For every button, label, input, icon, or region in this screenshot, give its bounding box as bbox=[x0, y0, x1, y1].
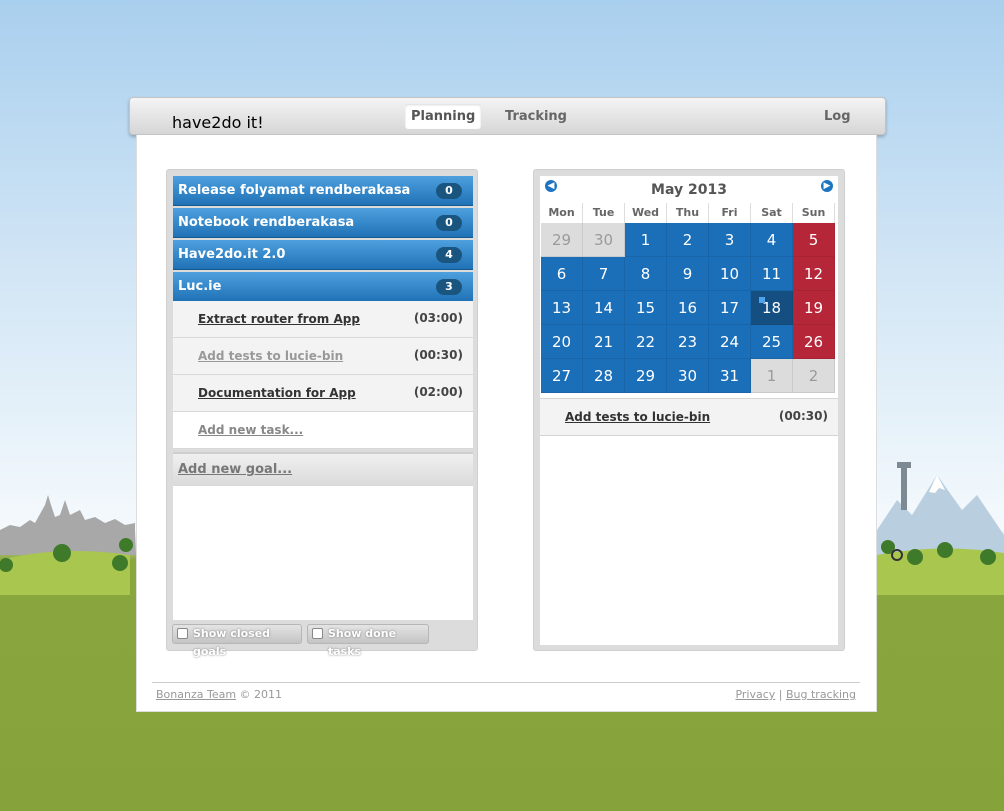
calendar-day[interactable]: 28 bbox=[583, 359, 625, 393]
calendar-day[interactable]: 1 bbox=[625, 223, 667, 257]
calendar-day-other-month[interactable]: 29 bbox=[541, 223, 583, 257]
calendar-day[interactable]: 15 bbox=[625, 291, 667, 325]
checkbox-icon[interactable] bbox=[312, 628, 323, 639]
goal-task-count-badge: 0 bbox=[436, 215, 462, 231]
calendar-day[interactable]: 29 bbox=[625, 359, 667, 393]
task-duration: (02:00) bbox=[413, 385, 463, 399]
add-new-goal-link[interactable]: Add new goal... bbox=[173, 452, 473, 486]
calendar-day[interactable]: 4 bbox=[751, 223, 793, 257]
task-row: Add tests to lucie-bin (00:30) bbox=[173, 338, 473, 375]
task-duration: (00:30) bbox=[413, 348, 463, 362]
calendar-day[interactable]: 21 bbox=[583, 325, 625, 359]
weekday-label: Thu bbox=[667, 203, 709, 223]
calendar-day[interactable]: 25 bbox=[751, 325, 793, 359]
show-closed-goals-toggle[interactable]: Show closed goals bbox=[172, 624, 302, 658]
next-month-icon[interactable]: ▶ bbox=[821, 180, 833, 192]
goals-empty-area bbox=[173, 486, 473, 620]
weekday-label: Sun bbox=[793, 203, 835, 223]
calendar-task-duration: (00:30) bbox=[778, 409, 828, 423]
weekday-label: Fri bbox=[709, 203, 751, 223]
task-link[interactable]: Extract router from App bbox=[198, 312, 360, 326]
tab-planning[interactable]: Planning bbox=[405, 104, 482, 129]
logout-link[interactable]: Log out bbox=[818, 104, 885, 149]
calendar-day[interactable]: 16 bbox=[667, 291, 709, 325]
goal-task-count-badge: 3 bbox=[436, 279, 462, 295]
task-link[interactable]: Documentation for App bbox=[198, 386, 356, 400]
weekday-header: Mon Tue Wed Thu Fri Sat Sun bbox=[541, 203, 837, 223]
footer-divider bbox=[152, 682, 860, 683]
privacy-link[interactable]: Privacy bbox=[735, 688, 775, 701]
show-done-tasks-toggle[interactable]: Show done tasks bbox=[307, 624, 429, 658]
calendar-task-link[interactable]: Add tests to lucie-bin bbox=[565, 410, 710, 424]
calendar-day[interactable]: 27 bbox=[541, 359, 583, 393]
calendar-day[interactable]: 3 bbox=[709, 223, 751, 257]
task-link-done[interactable]: Add tests to lucie-bin bbox=[198, 349, 343, 363]
calendar-day-grid: 29 30 1 2 3 4 5 6 7 8 9 10 11 12 13 14 15 16 17 18 19 20 21 22 2… bbox=[541, 223, 837, 393]
task-list: Extract router from App (03:00) Add test… bbox=[173, 301, 473, 449]
logo-text-two: 2 bbox=[211, 113, 222, 132]
goal-item[interactable]: Notebook rendberakasa 0 bbox=[173, 208, 473, 238]
calendar-panel: ◀ May 2013 ▶ Mon Tue Wed Thu Fri Sat Sun 29 30 1… bbox=[533, 169, 845, 651]
goals-panel: Release folyamat rendberakasa 0 Notebook… bbox=[166, 169, 478, 658]
calendar-day[interactable]: 20 bbox=[541, 325, 583, 359]
weekday-label: Sat bbox=[751, 203, 793, 223]
calendar-day[interactable]: 9 bbox=[667, 257, 709, 291]
calendar-day[interactable]: 10 bbox=[709, 257, 751, 291]
logo-text-have: have bbox=[172, 113, 212, 132]
calendar-day[interactable]: 31 bbox=[709, 359, 751, 393]
goal-task-count-badge: 0 bbox=[436, 183, 462, 199]
add-task-row: Add new task... bbox=[173, 412, 473, 449]
weekday-label: Wed bbox=[625, 203, 667, 223]
goal-label: Luc.ie bbox=[178, 279, 222, 294]
footer-links: Privacy | Bug tracking bbox=[735, 688, 856, 701]
calendar-day[interactable]: 23 bbox=[667, 325, 709, 359]
calendar-month-title: May 2013 bbox=[651, 182, 727, 198]
calendar-day[interactable]: 11 bbox=[751, 257, 793, 291]
goal-label: Have2do.it 2.0 bbox=[178, 247, 286, 262]
app-logo[interactable]: have 2 do it! bbox=[172, 84, 264, 132]
task-duration: (03:00) bbox=[413, 311, 463, 325]
calendar-day-other-month[interactable]: 1 bbox=[751, 359, 793, 393]
add-new-task-link[interactable]: Add new task... bbox=[198, 423, 303, 437]
calendar-day[interactable]: 24 bbox=[709, 325, 751, 359]
calendar-day-sunday[interactable]: 26 bbox=[793, 325, 835, 359]
calendar-day[interactable]: 17 bbox=[709, 291, 751, 325]
calendar-day[interactable]: 22 bbox=[625, 325, 667, 359]
weekday-label: Tue bbox=[583, 203, 625, 223]
footer-separator: | bbox=[778, 688, 783, 701]
task-row: Documentation for App (02:00) bbox=[173, 375, 473, 412]
calendar-day-sunday[interactable]: 12 bbox=[793, 257, 835, 291]
goal-item-selected[interactable]: Luc.ie 3 bbox=[173, 272, 473, 302]
calendar-day[interactable]: 14 bbox=[583, 291, 625, 325]
goal-item[interactable]: Release folyamat rendberakasa 0 bbox=[173, 176, 473, 206]
calendar-day-other-month[interactable]: 30 bbox=[583, 223, 625, 257]
calendar-day[interactable]: 6 bbox=[541, 257, 583, 291]
weekday-label: Mon bbox=[541, 203, 583, 223]
goal-label: Release folyamat rendberakasa bbox=[178, 183, 411, 198]
calendar-day-sunday[interactable]: 5 bbox=[793, 223, 835, 257]
logo-text-doit: do it! bbox=[221, 113, 264, 132]
goal-item[interactable]: Have2do.it 2.0 4 bbox=[173, 240, 473, 270]
task-row: Extract router from App (03:00) bbox=[173, 301, 473, 338]
calendar-day[interactable]: 18 bbox=[751, 291, 793, 325]
calendar-day[interactable]: 8 bbox=[625, 257, 667, 291]
calendar-day-other-month[interactable]: 2 bbox=[793, 359, 835, 393]
calendar-day[interactable]: 2 bbox=[667, 223, 709, 257]
checkbox-icon[interactable] bbox=[177, 628, 188, 639]
tab-tracking[interactable]: Tracking bbox=[499, 104, 573, 129]
goal-label: Notebook rendberakasa bbox=[178, 215, 355, 230]
footer-credits: Bonanza Team © 2011 bbox=[156, 688, 282, 701]
calendar-day[interactable]: 13 bbox=[541, 291, 583, 325]
goal-task-count-badge: 4 bbox=[436, 247, 462, 263]
calendar-day[interactable]: 30 bbox=[667, 359, 709, 393]
bug-tracking-link[interactable]: Bug tracking bbox=[786, 688, 856, 701]
copyright-text: © 2011 bbox=[239, 688, 283, 701]
team-link[interactable]: Bonanza Team bbox=[156, 688, 236, 701]
calendar-body: ◀ May 2013 ▶ Mon Tue Wed Thu Fri Sat Sun 29 30 1… bbox=[540, 176, 838, 645]
calendar-task-row: Add tests to lucie-bin (00:30) bbox=[540, 398, 838, 436]
calendar-day-sunday[interactable]: 19 bbox=[793, 291, 835, 325]
calendar-day[interactable]: 7 bbox=[583, 257, 625, 291]
top-navigation-bar: have 2 do it! Planning Tracking Log out bbox=[129, 97, 886, 149]
